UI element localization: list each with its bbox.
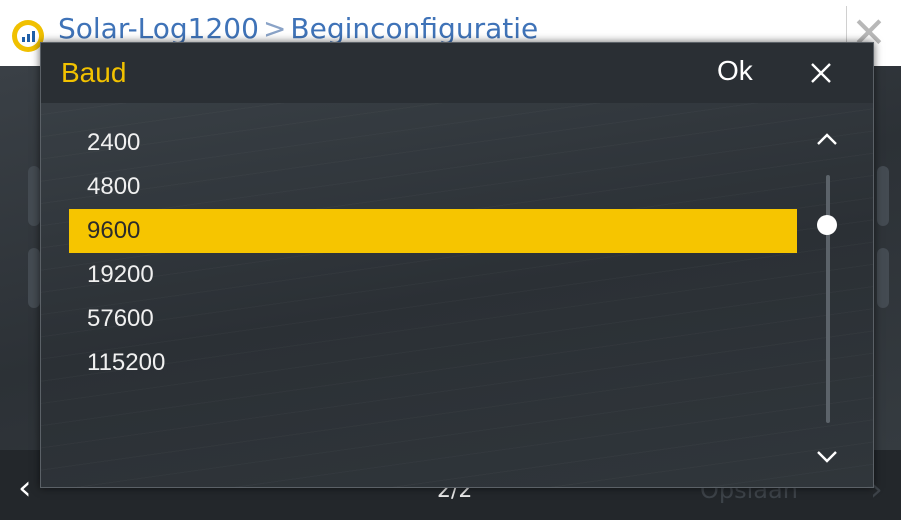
- close-icon[interactable]: [801, 53, 841, 93]
- chevron-left-icon[interactable]: ‹: [18, 468, 32, 508]
- list-item[interactable]: 57600: [69, 297, 797, 341]
- breadcrumb-separator: >: [262, 12, 287, 45]
- side-handle-left: [28, 166, 40, 226]
- dialog-title: Baud: [61, 57, 127, 88]
- chevron-down-icon[interactable]: [809, 439, 845, 475]
- list-item-selected[interactable]: 9600: [69, 209, 797, 253]
- chevron-up-icon[interactable]: [809, 121, 845, 157]
- list-item[interactable]: 115200: [69, 341, 797, 385]
- scrollbar-track[interactable]: [826, 175, 830, 423]
- baud-option-list: 2400 4800 9600 19200 57600 115200: [69, 121, 797, 385]
- scrollbar-thumb[interactable]: [817, 215, 837, 235]
- list-item[interactable]: 2400: [69, 121, 797, 165]
- list-item[interactable]: 4800: [69, 165, 797, 209]
- side-handle-left: [28, 248, 40, 308]
- breadcrumb-current: Beginconfiguratie: [290, 12, 539, 45]
- breadcrumb: Solar-Log1200 > Beginconfiguratie: [58, 12, 538, 45]
- baud-dialog: Baud Ok 2400 4800 9600 19200 57600 11520…: [40, 42, 874, 488]
- dialog-header: Baud Ok: [41, 43, 873, 103]
- list-item[interactable]: 19200: [69, 253, 797, 297]
- ok-button[interactable]: Ok: [717, 55, 753, 87]
- side-handle-right: [877, 248, 889, 308]
- breadcrumb-root[interactable]: Solar-Log1200: [58, 12, 259, 45]
- side-handle-right: [877, 166, 889, 226]
